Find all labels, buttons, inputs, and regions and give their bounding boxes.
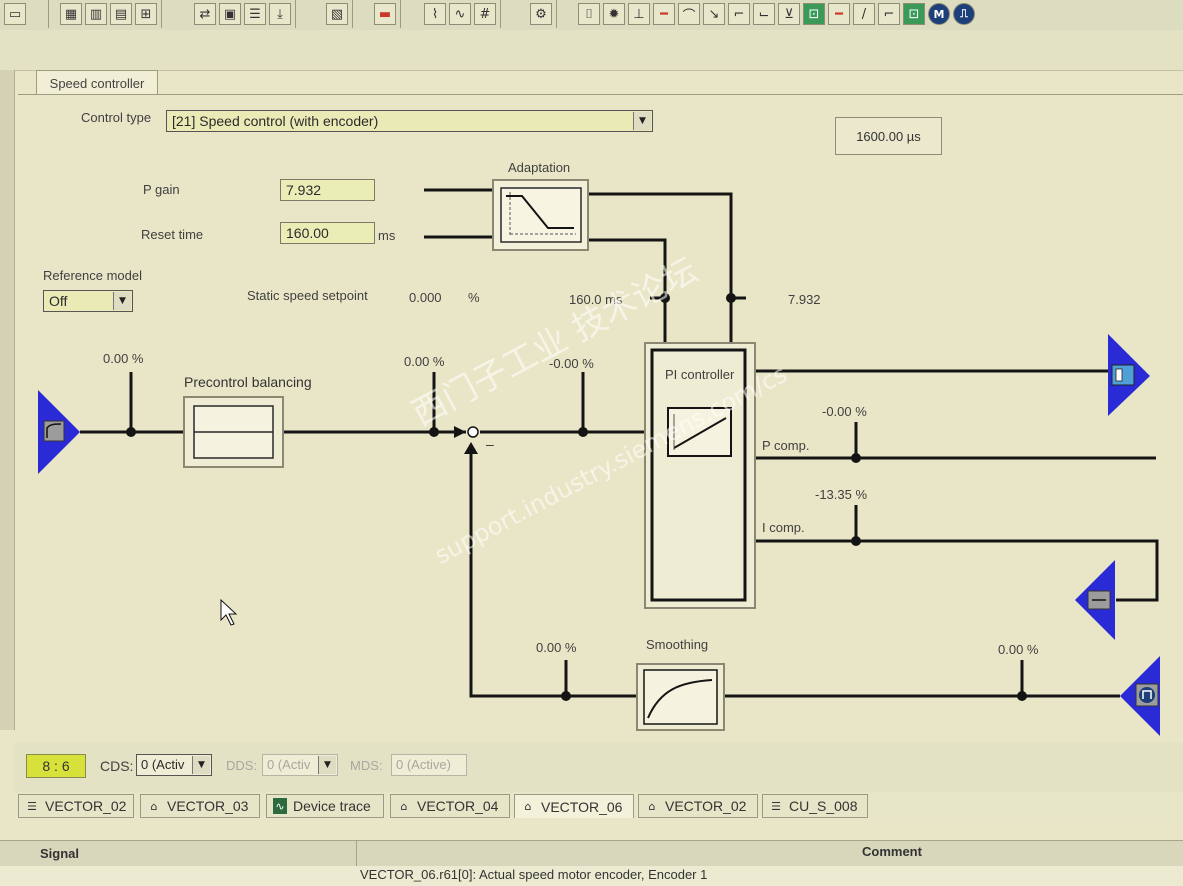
summing-point xyxy=(467,426,479,438)
table-row[interactable]: VECTOR_06.r61[0]: Actual speed motor enc… xyxy=(0,866,1183,886)
signal-column-header[interactable]: Signal xyxy=(40,846,79,861)
doc-tab-label: VECTOR_03 xyxy=(167,798,249,814)
doc-tab-label: Device trace xyxy=(293,798,371,814)
i-comp-value: -13.35 % xyxy=(815,487,868,502)
precontrol-balancing-block[interactable] xyxy=(183,396,284,468)
forward-arrowhead xyxy=(454,426,466,438)
p-comp-tap-dot xyxy=(851,453,861,463)
doc-tab-label: VECTOR_02 xyxy=(665,798,747,814)
smoothing-block[interactable] xyxy=(636,663,725,731)
i-comp-label: I comp. xyxy=(762,520,805,535)
actual-speed-value: 0.00 % xyxy=(998,642,1039,657)
torque-setpoint-output-connector[interactable] xyxy=(1108,334,1150,416)
chevron-down-icon[interactable]: ▼ xyxy=(633,112,651,130)
signal-row-text: VECTOR_06.r61[0]: Actual speed motor enc… xyxy=(360,867,708,882)
precontrol-output-value: 0.00 % xyxy=(404,354,445,369)
doc-tab-device-trace[interactable]: ∿ Device trace xyxy=(266,794,384,818)
p-gain-readout: 7.932 xyxy=(788,292,821,307)
list-icon: ☰ xyxy=(27,799,37,813)
mds-field: 0 (Active) xyxy=(391,754,467,776)
sample-time-display: 1600.00 µs xyxy=(835,117,942,155)
p-comp-value: -0.00 % xyxy=(822,404,867,419)
p-gain-label: P gain xyxy=(143,182,180,197)
chevron-down-icon: ▼ xyxy=(318,756,336,774)
adaptation-label: Adaptation xyxy=(508,160,571,175)
doc-tab-vector-06[interactable]: ⌂ VECTOR_06 xyxy=(514,794,634,818)
p-comp-label: P comp. xyxy=(762,438,810,453)
actual-tap-dot xyxy=(1017,691,1027,701)
minus-sign: – xyxy=(486,436,494,452)
pi-controller-label: PI controller xyxy=(665,367,735,382)
mouse-cursor-icon xyxy=(220,598,238,626)
column-divider[interactable] xyxy=(356,841,357,867)
cds-value: 0 (Activ xyxy=(141,757,185,772)
reference-model-label: Reference model xyxy=(43,268,142,283)
reset-time-unit: ms xyxy=(378,228,396,243)
control-type-label: Control type xyxy=(81,110,152,125)
error-tap-dot xyxy=(578,427,588,437)
feedback-tap-dot xyxy=(561,691,571,701)
reference-model-value: Off xyxy=(49,293,68,309)
doc-tab-label: VECTOR_06 xyxy=(541,798,623,815)
actual-speed-input-connector[interactable] xyxy=(1120,656,1160,736)
static-speed-setpoint-label: Static speed setpoint xyxy=(247,288,368,303)
precontrol-balancing-label: Precontrol balancing xyxy=(184,374,312,390)
doc-tab-vector-04[interactable]: ⌂ VECTOR_04 xyxy=(390,794,510,818)
list-icon: ☰ xyxy=(771,799,781,813)
control-type-dropdown[interactable]: [21] Speed control (with encoder) ▼ xyxy=(166,110,653,132)
drive-icon: ⌂ xyxy=(150,799,158,813)
reset-time-field[interactable]: 160.00 xyxy=(280,222,375,244)
doc-tab-label: VECTOR_04 xyxy=(417,798,499,814)
p-gain-tap-dot xyxy=(726,293,736,303)
p-gain-field[interactable]: 7.932 xyxy=(280,179,375,201)
doc-tab-vector-03[interactable]: ⌂ VECTOR_03 xyxy=(140,794,260,818)
reference-model-dropdown[interactable]: Off ▼ xyxy=(43,290,133,312)
trace-icon: ∿ xyxy=(273,798,287,814)
position-indicator: 8 : 6 xyxy=(26,754,86,778)
feedback-value: 0.00 % xyxy=(536,640,577,655)
static-speed-setpoint-unit: % xyxy=(468,290,480,305)
doc-tab-label: CU_S_008 xyxy=(789,798,858,814)
doc-tab-vector-02b[interactable]: ⌂ VECTOR_02 xyxy=(638,794,758,818)
doc-tab-vector-02[interactable]: ☰ VECTOR_02 xyxy=(18,794,134,818)
i-comp-tap-dot xyxy=(851,536,861,546)
drive-icon: ⌂ xyxy=(648,799,656,813)
input-value: 0.00 % xyxy=(103,351,144,366)
dds-dropdown[interactable]: 0 (Activ ▼ xyxy=(262,754,338,776)
cds-label: CDS: xyxy=(100,758,134,774)
signal-grid-header: Signal Comment xyxy=(0,840,1183,868)
reset-time-label: Reset time xyxy=(141,227,204,242)
chevron-down-icon[interactable]: ▼ xyxy=(192,756,210,774)
drive-icon: ⌂ xyxy=(524,800,532,813)
chevron-down-icon[interactable]: ▼ xyxy=(113,292,131,310)
adaptation-block[interactable] xyxy=(492,179,589,251)
static-speed-setpoint-value[interactable]: 0.000 xyxy=(409,290,442,305)
integrator-output-connector[interactable] xyxy=(1075,560,1115,640)
setpoint-input-connector[interactable] xyxy=(38,390,80,474)
doc-tab-label: VECTOR_02 xyxy=(45,798,127,814)
input-tap-dot xyxy=(126,427,136,437)
feedback-arrowhead xyxy=(464,442,478,454)
doc-tab-cu-s-008[interactable]: ☰ CU_S_008 xyxy=(762,794,868,818)
control-type-value: [21] Speed control (with encoder) xyxy=(172,113,379,129)
comment-column-header[interactable]: Comment xyxy=(862,844,922,859)
cds-dropdown[interactable]: 0 (Activ ▼ xyxy=(136,754,212,776)
mds-label: MDS: xyxy=(350,758,383,773)
dds-value: 0 (Activ xyxy=(267,757,311,772)
smoothing-label: Smoothing xyxy=(646,637,709,652)
drive-icon: ⌂ xyxy=(400,799,408,813)
dds-label: DDS: xyxy=(226,758,258,773)
